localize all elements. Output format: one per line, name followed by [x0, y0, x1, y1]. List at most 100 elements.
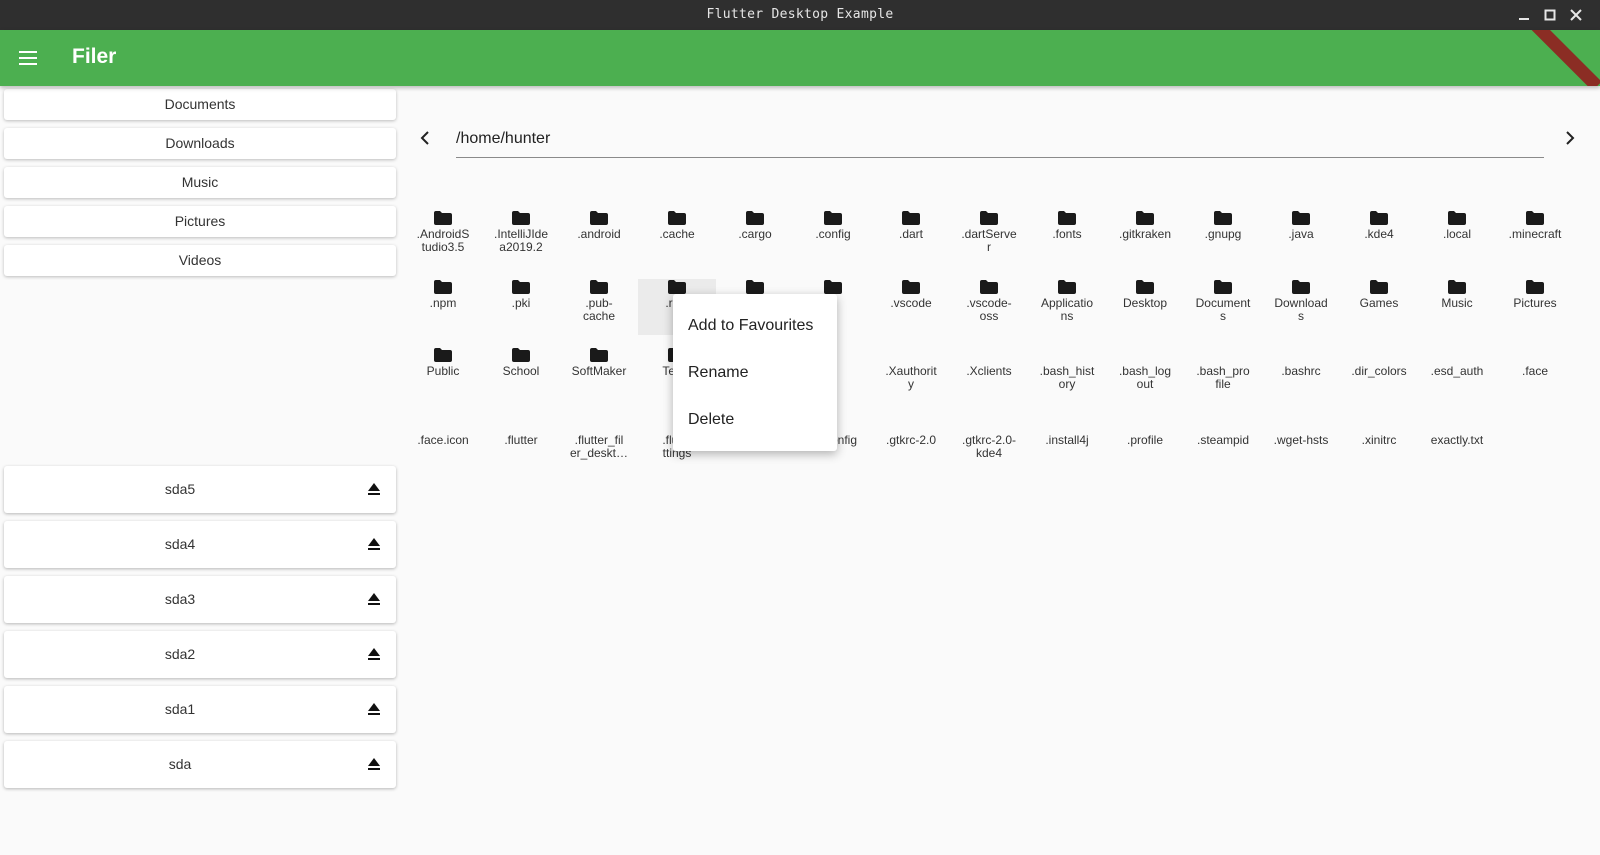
folder-item[interactable]: Download s — [1262, 279, 1340, 335]
minimize-icon[interactable] — [1515, 6, 1533, 24]
file-item[interactable]: .bash_pro file — [1184, 347, 1262, 403]
drive-sda1[interactable]: sda1 — [4, 686, 396, 733]
item-label: .pub- cache — [582, 296, 616, 323]
file-item[interactable]: .face — [1496, 347, 1574, 403]
file-item[interactable]: .dir_colors — [1340, 347, 1418, 403]
folder-item[interactable]: .vscode — [872, 279, 950, 335]
file-browser: .AndroidS tudio3.5 .IntelliJIde a2019.2 .a… — [400, 86, 1600, 855]
folder-item[interactable]: SoftMaker — [560, 347, 638, 403]
favourite-videos[interactable]: Videos — [4, 245, 396, 276]
drive-sda3[interactable]: sda3 — [4, 576, 396, 623]
item-label: .xinitrc — [1361, 433, 1397, 447]
drive-label: sda1 — [164, 701, 196, 717]
drive-sda2[interactable]: sda2 — [4, 631, 396, 678]
file-item[interactable]: .bash_log out — [1106, 347, 1184, 403]
file-item[interactable]: .steampid — [1184, 416, 1262, 472]
folder-item[interactable]: .pki — [482, 279, 560, 335]
folder-item[interactable]: .dart — [872, 210, 950, 266]
file-item[interactable]: .bash_hist ory — [1028, 347, 1106, 403]
eject-icon[interactable] — [367, 647, 381, 661]
folder-icon — [1292, 280, 1310, 294]
folder-item[interactable]: .npm — [404, 279, 482, 335]
folder-item[interactable]: .pub- cache — [560, 279, 638, 335]
drive-sda[interactable]: sda — [4, 741, 396, 788]
folder-item[interactable]: .kde4 — [1340, 210, 1418, 266]
drive-label: sda — [168, 756, 192, 772]
file-item[interactable]: .profile — [1106, 416, 1184, 472]
folder-icon — [902, 211, 920, 225]
file-item[interactable]: .Xclients — [950, 347, 1028, 403]
folder-icon — [434, 348, 452, 362]
file-item[interactable]: .esd_auth — [1418, 347, 1496, 403]
folder-item[interactable]: Music — [1418, 279, 1496, 335]
folder-item[interactable]: .minecraft — [1496, 210, 1574, 266]
folder-item[interactable]: .vscode- oss — [950, 279, 1028, 335]
item-label: Applicatio ns — [1040, 296, 1094, 323]
folder-item[interactable]: .cache — [638, 210, 716, 266]
close-icon[interactable] — [1567, 6, 1585, 24]
folder-item[interactable]: Public — [404, 347, 482, 403]
item-label: Desktop — [1122, 296, 1168, 310]
folder-item[interactable]: Desktop — [1106, 279, 1184, 335]
eject-icon[interactable] — [367, 592, 381, 606]
folder-item[interactable]: .config — [794, 210, 872, 266]
folder-item[interactable]: .fonts — [1028, 210, 1106, 266]
file-item[interactable]: .flutter_fil er_deskt… — [560, 416, 638, 472]
item-label: .esd_auth — [1430, 364, 1484, 378]
menu-icon[interactable] — [12, 40, 48, 76]
folder-item[interactable]: Pictures — [1496, 279, 1574, 335]
folder-item[interactable]: .dartServe r — [950, 210, 1028, 266]
file-item[interactable]: .bashrc — [1262, 347, 1340, 403]
folder-item[interactable]: .cargo — [716, 210, 794, 266]
rename-menu-item[interactable]: Rename — [673, 349, 837, 396]
delete-menu-item[interactable]: Delete — [673, 396, 837, 443]
file-item[interactable]: exactly.txt — [1418, 416, 1496, 472]
file-item[interactable]: .Xauthorit y — [872, 347, 950, 403]
folder-icon — [1526, 211, 1544, 225]
file-item[interactable]: .gtkrc-2.0- kde4 — [950, 416, 1028, 472]
folder-item[interactable]: .local — [1418, 210, 1496, 266]
item-label: .gitkraken — [1118, 227, 1172, 241]
folder-icon — [980, 280, 998, 294]
file-item[interactable]: .gtkrc-2.0 — [872, 416, 950, 472]
maximize-icon[interactable] — [1541, 6, 1559, 24]
favourite-documents[interactable]: Documents — [4, 89, 396, 120]
folder-item[interactable]: Applicatio ns — [1028, 279, 1106, 335]
drive-sda4[interactable]: sda4 — [4, 521, 396, 568]
file-item[interactable]: .install4j — [1028, 416, 1106, 472]
item-label: .Xauthorit y — [885, 364, 937, 391]
drive-sda5[interactable]: sda5 — [4, 466, 396, 513]
folder-item[interactable]: .android — [560, 210, 638, 266]
folder-icon — [590, 348, 608, 362]
item-label: Download s — [1274, 296, 1328, 323]
favourite-downloads[interactable]: Downloads — [4, 128, 396, 159]
eject-icon[interactable] — [367, 537, 381, 551]
file-item[interactable]: .wget-hsts — [1262, 416, 1340, 472]
folder-icon — [746, 280, 764, 294]
folder-item[interactable]: .java — [1262, 210, 1340, 266]
item-label: .dir_colors — [1351, 364, 1407, 378]
folder-item[interactable]: .AndroidS tudio3.5 — [404, 210, 482, 266]
file-item[interactable]: .flutter — [482, 416, 560, 472]
folder-item[interactable]: Document s — [1184, 279, 1262, 335]
item-label: .cargo — [738, 227, 772, 241]
eject-icon[interactable] — [367, 482, 381, 496]
folder-item[interactable]: .gnupg — [1184, 210, 1262, 266]
file-item[interactable]: .face.icon — [404, 416, 482, 472]
folder-icon — [1370, 211, 1388, 225]
folder-item[interactable]: .IntelliJIde a2019.2 — [482, 210, 560, 266]
file-item[interactable]: .xinitrc — [1340, 416, 1418, 472]
favourite-pictures[interactable]: Pictures — [4, 206, 396, 237]
item-label: Games — [1359, 296, 1399, 310]
eject-icon[interactable] — [367, 702, 381, 716]
folder-item[interactable]: School — [482, 347, 560, 403]
folder-icon — [1214, 280, 1232, 294]
add-to-favourites-menu-item[interactable]: Add to Favourites — [673, 302, 837, 349]
item-label: .npm — [429, 296, 457, 310]
folder-icon — [590, 280, 608, 294]
folder-item[interactable]: Games — [1340, 279, 1418, 335]
eject-icon[interactable] — [367, 757, 381, 771]
item-label: .bashrc — [1281, 364, 1321, 378]
favourite-music[interactable]: Music — [4, 167, 396, 198]
folder-item[interactable]: .gitkraken — [1106, 210, 1184, 266]
